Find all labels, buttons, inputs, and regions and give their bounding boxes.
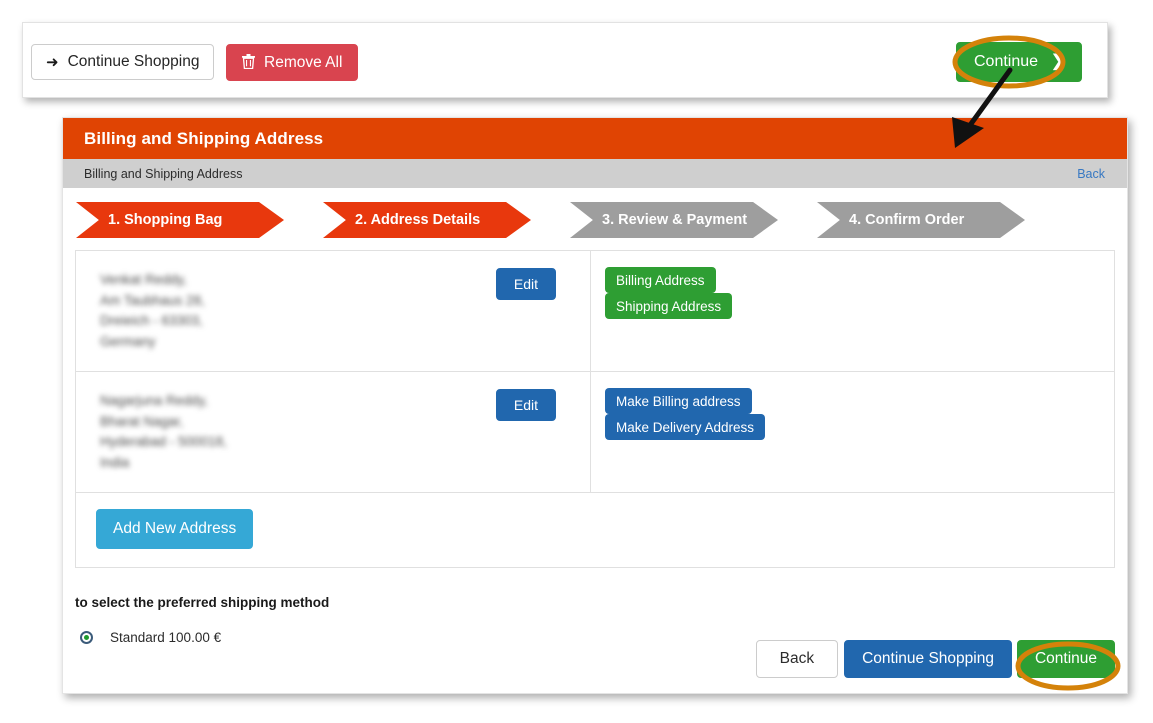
make-delivery-address-button[interactable]: Make Delivery Address <box>605 414 766 440</box>
add-address-row: Add New Address <box>76 493 254 567</box>
add-new-address-button[interactable]: Add New Address <box>96 509 254 549</box>
step-address-details-label: 2. Address Details <box>355 212 481 228</box>
step-address-details[interactable]: 2. Address Details <box>323 202 531 238</box>
continue-shopping-button-bottom[interactable]: Continue Shopping <box>844 640 1012 678</box>
step-confirm-order-label: 4. Confirm Order <box>849 212 965 228</box>
shipping-method-title: to select the preferred shipping method <box>75 595 330 610</box>
shipping-option-standard-label: Standard 100.00 € <box>110 630 222 645</box>
address-block-1: Venkat Reddy, Am Taubhaus 28, Dreieich -… <box>76 251 590 371</box>
address-line: Dreieich - 63303, <box>100 313 203 328</box>
breadcrumb: Billing and Shipping Address <box>84 166 243 181</box>
panel-header: Billing and Shipping Address <box>63 118 1127 159</box>
checkout-steps: 1. Shopping Bag 2. Address Details 3. Re… <box>63 188 1127 246</box>
address-tag-row: Make Delivery Address <box>605 414 1114 440</box>
address-tag-row: Billing Address <box>605 267 1114 293</box>
trash-icon <box>242 53 255 72</box>
billing-address-tag[interactable]: Billing Address <box>605 267 716 293</box>
address-block-2: Nagarjuna Reddy, Bharat Nagar, Hyderabad… <box>76 372 590 492</box>
continue-shopping-button-top[interactable]: ➜ Continue Shopping <box>31 44 215 80</box>
step-review-payment[interactable]: 3. Review & Payment <box>570 202 778 238</box>
edit-address-button-1-label: Edit <box>513 276 538 292</box>
address-tag-row: Shipping Address <box>605 293 1114 319</box>
remove-all-button[interactable]: Remove All <box>226 44 359 81</box>
make-billing-address-button-label: Make Billing address <box>616 393 741 409</box>
remove-all-button-label: Remove All <box>264 53 343 71</box>
step-review-payment-label: 3. Review & Payment <box>602 212 748 228</box>
back-button-label: Back <box>779 650 815 667</box>
address-tag-row: Make Billing address <box>605 388 1114 414</box>
shipping-method-section: to select the preferred shipping method … <box>63 568 1127 645</box>
arrow-right-curved-icon: ➜ <box>46 53 59 71</box>
table-row: Nagarjuna Reddy, Bharat Nagar, Hyderabad… <box>76 372 1114 493</box>
continue-shopping-button-top-label: Continue Shopping <box>67 53 200 70</box>
make-billing-address-button[interactable]: Make Billing address <box>605 388 752 414</box>
address-line: Hyderabad - 500018, <box>100 434 227 449</box>
edit-address-button-1[interactable]: Edit <box>495 268 556 300</box>
panel-footer-actions: Back Continue Shopping Continue <box>755 640 1115 678</box>
billing-shipping-panel: Billing and Shipping Address Billing and… <box>62 117 1128 694</box>
table-row: Add New Address <box>76 493 1114 567</box>
page-title: Billing and Shipping Address <box>84 128 324 148</box>
address-line: India <box>100 454 130 470</box>
address-line: Germany <box>100 333 156 349</box>
shipping-address-tag-label: Shipping Address <box>616 298 722 314</box>
billing-address-tag-label: Billing Address <box>616 272 705 288</box>
edit-address-button-2-label: Edit <box>513 397 538 413</box>
back-button[interactable]: Back <box>755 640 839 678</box>
continue-button-bottom[interactable]: Continue <box>1016 640 1115 678</box>
back-link[interactable]: Back <box>1077 167 1105 181</box>
screen: ➜ Continue Shopping Remove All Continue … <box>0 0 1153 723</box>
radio-dot-icon <box>84 635 89 640</box>
continue-shopping-button-bottom-label: Continue Shopping <box>862 650 994 667</box>
address-actions-1: Billing Address Shipping Address <box>590 251 1114 371</box>
step-shopping-bag-label: 1. Shopping Bag <box>108 212 223 228</box>
breadcrumb-bar: Billing and Shipping Address Back <box>63 159 1127 188</box>
shipping-address-tag[interactable]: Shipping Address <box>605 293 733 319</box>
chevron-right-icon: ❯ <box>1051 53 1065 70</box>
radio-standard-shipping[interactable] <box>80 631 93 644</box>
continue-button-top[interactable]: Continue ❯ <box>956 42 1083 82</box>
step-confirm-order[interactable]: 4. Confirm Order <box>817 202 1025 238</box>
table-row: Venkat Reddy, Am Taubhaus 28, Dreieich -… <box>76 251 1114 372</box>
continue-button-bottom-label: Continue <box>1034 650 1097 667</box>
make-delivery-address-button-label: Make Delivery Address <box>616 419 755 435</box>
step-shopping-bag[interactable]: 1. Shopping Bag <box>76 202 284 238</box>
top-action-bar: ➜ Continue Shopping Remove All Continue … <box>22 22 1108 98</box>
address-table: Venkat Reddy, Am Taubhaus 28, Dreieich -… <box>75 250 1115 568</box>
add-new-address-button-label: Add New Address <box>113 520 237 537</box>
address-actions-2: Make Billing address Make Delivery Addre… <box>590 372 1114 492</box>
edit-address-button-2[interactable]: Edit <box>495 389 556 421</box>
continue-button-top-label: Continue <box>974 53 1039 70</box>
